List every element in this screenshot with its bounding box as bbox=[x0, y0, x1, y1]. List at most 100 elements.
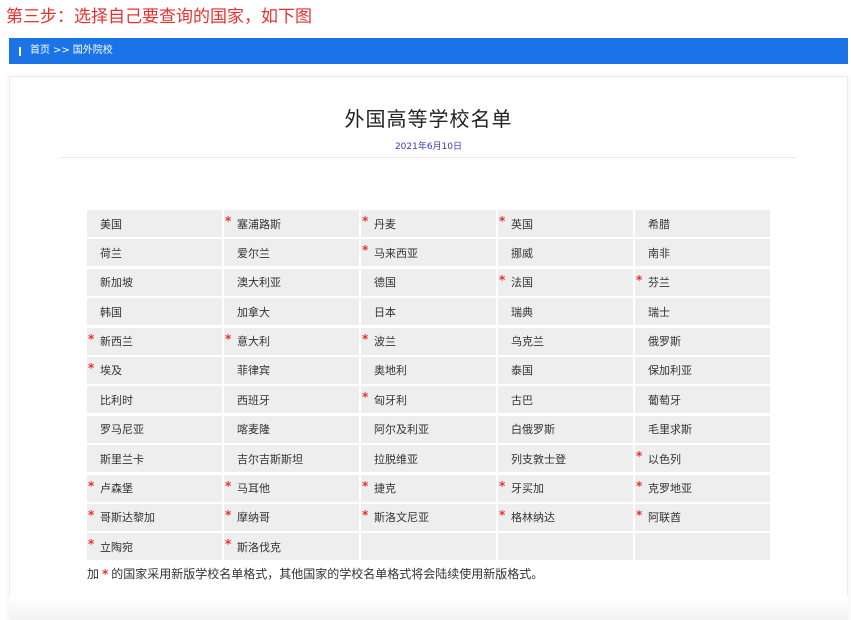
new-format-star-icon: * bbox=[225, 214, 232, 228]
new-format-star-icon: * bbox=[362, 390, 369, 405]
country-link[interactable]: * 塞浦路斯 bbox=[224, 210, 359, 237]
country-link[interactable]: * 捷克 bbox=[361, 474, 496, 502]
country-link[interactable]: * 新西兰 bbox=[87, 327, 222, 355]
content-panel: 外国高等学校名单 2021年6月10日 美国 * 塞浦路斯 * 丹麦 * 英国 希腊 荷兰 爱尔兰… bbox=[9, 76, 848, 620]
country-name: 马耳他 bbox=[237, 482, 270, 496]
country-link[interactable]: * 芬兰 bbox=[635, 268, 770, 296]
country-name: 奥地利 bbox=[374, 364, 407, 378]
country-name: 日本 bbox=[374, 305, 396, 319]
country-name: 斯洛伐克 bbox=[237, 540, 281, 554]
country-link[interactable]: 挪威 bbox=[498, 239, 633, 267]
step-heading: 第三步：选择自己要查询的国家，如下图 bbox=[6, 7, 312, 27]
country-name: 罗马尼亚 bbox=[100, 423, 144, 437]
country-link[interactable]: 奥地利 bbox=[361, 356, 496, 384]
country-link[interactable]: 菲律宾 bbox=[224, 356, 359, 384]
new-format-star-icon: * bbox=[88, 537, 95, 552]
country-name: 马来西亚 bbox=[374, 246, 418, 260]
country-link[interactable]: 列支敦士登 bbox=[498, 445, 633, 473]
country-name: 爱尔兰 bbox=[237, 246, 270, 260]
country-link[interactable]: 吉尔吉斯斯坦 bbox=[224, 445, 359, 473]
country-name: 新加坡 bbox=[100, 276, 133, 290]
country-link[interactable]: 保加利亚 bbox=[635, 356, 770, 384]
country-name: 格林纳达 bbox=[511, 511, 555, 525]
country-link[interactable]: 澳大利亚 bbox=[224, 268, 359, 296]
country-link[interactable]: * 马耳他 bbox=[224, 474, 359, 502]
country-name: 斯里兰卡 bbox=[100, 452, 144, 466]
country-link[interactable]: 泰国 bbox=[498, 356, 633, 384]
country-link[interactable]: 加拿大 bbox=[224, 298, 359, 326]
country-link[interactable]: * 摩纳哥 bbox=[224, 503, 359, 531]
new-format-star-icon: * bbox=[225, 478, 232, 493]
new-format-star-icon: * bbox=[362, 478, 369, 493]
new-format-star-icon: * bbox=[499, 507, 506, 522]
country-link[interactable]: 罗马尼亚 bbox=[87, 415, 222, 443]
country-link[interactable]: 荷兰 bbox=[87, 239, 222, 267]
country-link[interactable]: * 立陶宛 bbox=[87, 533, 222, 561]
country-link[interactable]: 希腊 bbox=[635, 210, 770, 237]
country-name: 白俄罗斯 bbox=[511, 423, 555, 437]
breadcrumb-home-link[interactable]: 首页 bbox=[30, 38, 50, 64]
footnote-star-icon: * bbox=[102, 567, 109, 581]
breadcrumb: 首页 >> 国外院校 bbox=[9, 38, 848, 64]
country-name: 俄罗斯 bbox=[648, 335, 681, 349]
country-name: 澳大利亚 bbox=[237, 276, 281, 290]
country-link[interactable]: * 卢森堡 bbox=[87, 474, 222, 502]
country-link[interactable]: * 埃及 bbox=[87, 356, 222, 384]
country-link[interactable]: * 意大利 bbox=[224, 327, 359, 355]
country-link[interactable]: * 波兰 bbox=[361, 327, 496, 355]
country-link[interactable]: 阿尔及利亚 bbox=[361, 415, 496, 443]
country-name: 比利时 bbox=[100, 393, 133, 407]
breadcrumb-separator: >> bbox=[53, 45, 70, 56]
country-link[interactable]: 瑞士 bbox=[635, 298, 770, 326]
country-name: 意大利 bbox=[237, 335, 270, 349]
country-link[interactable]: 拉脱维亚 bbox=[361, 445, 496, 473]
country-link[interactable]: 西班牙 bbox=[224, 386, 359, 414]
country-link[interactable]: * 斯洛伐克 bbox=[224, 533, 359, 561]
country-link[interactable]: * 以色列 bbox=[635, 445, 770, 473]
country-link[interactable]: 古巴 bbox=[498, 386, 633, 414]
country-link[interactable]: 美国 bbox=[87, 210, 222, 237]
breadcrumb-current-link[interactable]: 国外院校 bbox=[73, 38, 113, 64]
country-link[interactable]: 德国 bbox=[361, 268, 496, 296]
country-link[interactable]: * 克罗地亚 bbox=[635, 474, 770, 502]
country-link[interactable]: * 斯洛文尼亚 bbox=[361, 503, 496, 531]
country-name: 塞浦路斯 bbox=[237, 217, 281, 231]
country-name: 斯洛文尼亚 bbox=[374, 511, 429, 525]
country-link[interactable]: 毛里求斯 bbox=[635, 415, 770, 443]
new-format-star-icon: * bbox=[636, 272, 643, 287]
country-link[interactable]: 南非 bbox=[635, 239, 770, 267]
country-link[interactable]: 葡萄牙 bbox=[635, 386, 770, 414]
country-link[interactable]: * 丹麦 bbox=[361, 210, 496, 237]
country-link[interactable]: 白俄罗斯 bbox=[498, 415, 633, 443]
page-date: 2021年6月10日 bbox=[394, 142, 463, 152]
country-link[interactable]: 爱尔兰 bbox=[224, 239, 359, 267]
country-name: 法国 bbox=[511, 276, 533, 290]
country-link[interactable]: 日本 bbox=[361, 298, 496, 326]
country-name: 西班牙 bbox=[237, 393, 270, 407]
country-link[interactable]: * 英国 bbox=[498, 210, 633, 237]
country-name: 克罗地亚 bbox=[648, 482, 692, 496]
country-link[interactable]: 斯里兰卡 bbox=[87, 445, 222, 473]
country-link[interactable]: * 哥斯达黎加 bbox=[87, 503, 222, 531]
new-format-star-icon: * bbox=[88, 507, 95, 522]
country-link[interactable]: 瑞典 bbox=[498, 298, 633, 326]
country-link[interactable]: * 阿联酋 bbox=[635, 503, 770, 531]
country-link[interactable]: * 匈牙利 bbox=[361, 386, 496, 414]
country-link[interactable]: 韩国 bbox=[87, 298, 222, 326]
country-link[interactable]: 乌克兰 bbox=[498, 327, 633, 355]
country-link[interactable]: * 牙买加 bbox=[498, 474, 633, 502]
country-link[interactable]: * 马来西亚 bbox=[361, 239, 496, 267]
country-link[interactable]: * 格林纳达 bbox=[498, 503, 633, 531]
country-link[interactable]: 新加坡 bbox=[87, 268, 222, 296]
country-link[interactable]: 比利时 bbox=[87, 386, 222, 414]
country-name: 菲律宾 bbox=[237, 364, 270, 378]
country-link[interactable]: 喀麦隆 bbox=[224, 415, 359, 443]
new-format-star-icon: * bbox=[636, 478, 643, 493]
country-grid: 美国 * 塞浦路斯 * 丹麦 * 英国 希腊 荷兰 爱尔兰 * 马来西亚 挪威 南非 新加坡 澳大利亚 德国 * 法… bbox=[87, 210, 771, 561]
new-format-star-icon: * bbox=[362, 507, 369, 522]
country-link[interactable]: * 法国 bbox=[498, 268, 633, 296]
title-divider bbox=[60, 157, 797, 158]
country-link[interactable]: 俄罗斯 bbox=[635, 327, 770, 355]
country-name: 牙买加 bbox=[511, 482, 544, 496]
new-format-star-icon: * bbox=[499, 478, 506, 493]
